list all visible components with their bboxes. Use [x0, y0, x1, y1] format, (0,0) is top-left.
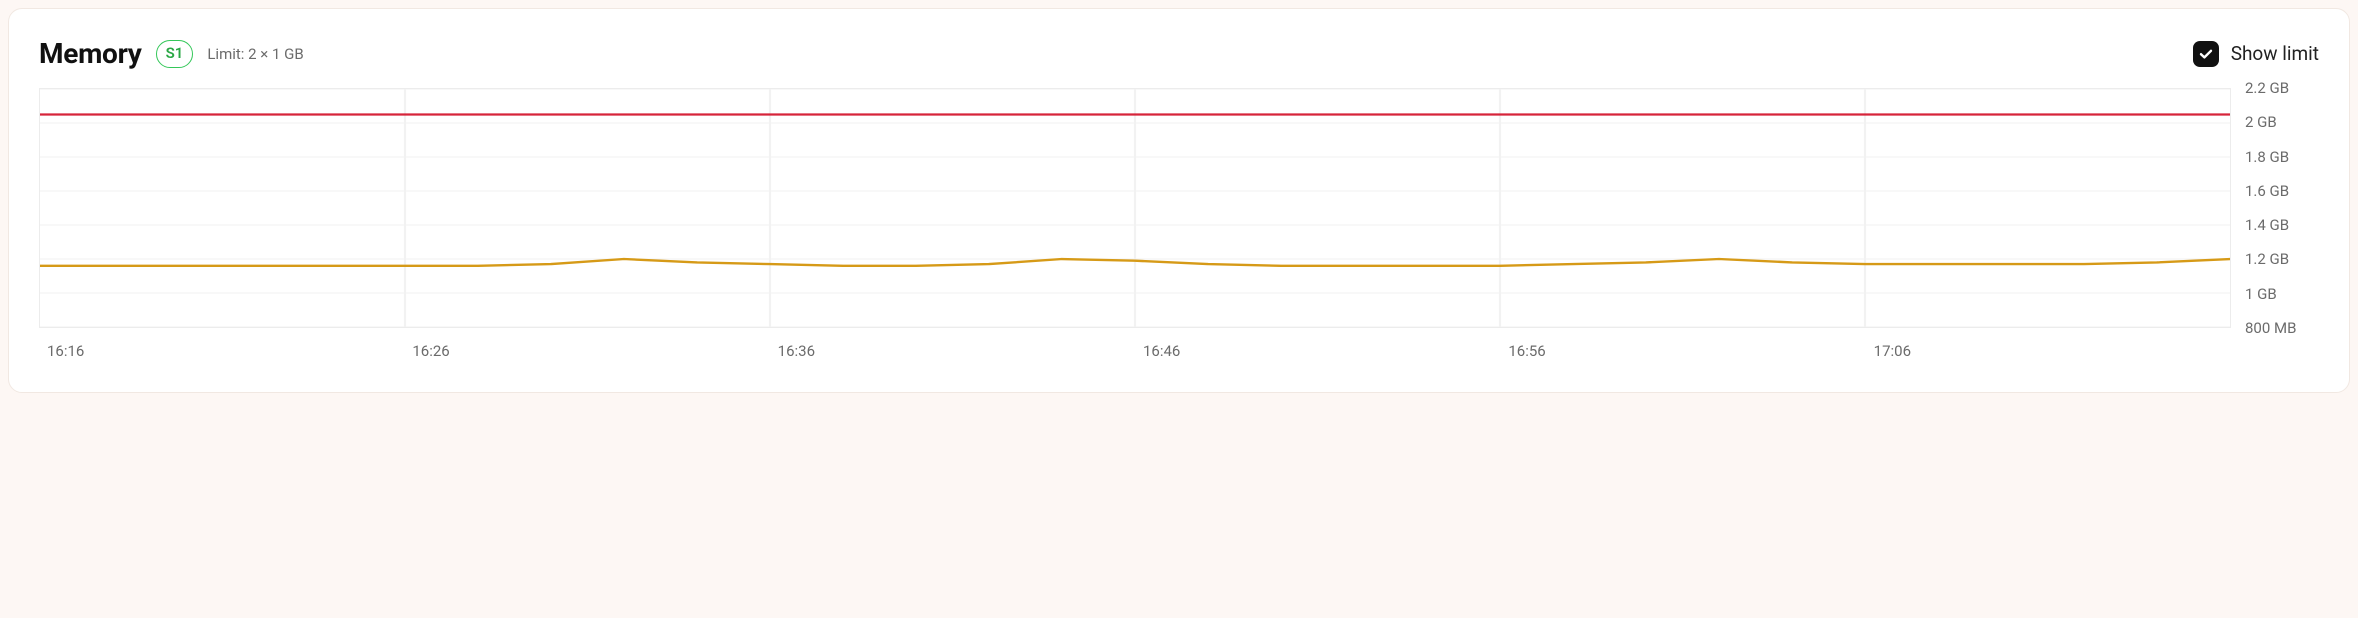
chart-area: 2.2 GB2 GB1.8 GB1.6 GB1.4 GB1.2 GB1 GB80…: [39, 88, 2319, 368]
y-tick-label: 2.2 GB: [2245, 79, 2289, 97]
y-tick-label: 1.4 GB: [2245, 216, 2289, 234]
x-axis-labels: 16:16 16:26 16:36 16:46 16:56 17:06: [39, 334, 2231, 368]
y-tick-label: 1.6 GB: [2245, 182, 2289, 200]
x-tick-label: 16:16: [47, 342, 84, 360]
chart-header-right: Show limit: [2193, 41, 2319, 67]
x-tick-label: 16:46: [1143, 342, 1180, 360]
y-tick-label: 2 GB: [2245, 113, 2277, 131]
show-limit-checkbox[interactable]: [2193, 41, 2219, 67]
y-tick-label: 1 GB: [2245, 285, 2277, 303]
y-axis-labels: 2.2 GB2 GB1.8 GB1.6 GB1.4 GB1.2 GB1 GB80…: [2239, 88, 2319, 328]
check-icon: [2198, 46, 2214, 62]
limit-label: Limit: 2 × 1 GB: [207, 45, 303, 63]
x-tick-label: 16:36: [778, 342, 815, 360]
series-badge: S1: [156, 40, 194, 68]
chart-svg: [40, 89, 2230, 327]
x-tick-label: 16:56: [1508, 342, 1545, 360]
show-limit-label: Show limit: [2231, 42, 2319, 65]
chart-plot[interactable]: [39, 88, 2231, 328]
y-tick-label: 800 MB: [2245, 319, 2296, 337]
memory-chart-card: Memory S1 Limit: 2 × 1 GB Show limit 2.2…: [8, 8, 2350, 393]
chart-header: Memory S1 Limit: 2 × 1 GB Show limit: [39, 37, 2319, 70]
y-tick-label: 1.8 GB: [2245, 148, 2289, 166]
x-tick-label: 17:06: [1874, 342, 1911, 360]
chart-header-left: Memory S1 Limit: 2 × 1 GB: [39, 37, 304, 70]
y-tick-label: 1.2 GB: [2245, 250, 2289, 268]
chart-title: Memory: [39, 37, 142, 70]
x-tick-label: 16:26: [412, 342, 449, 360]
